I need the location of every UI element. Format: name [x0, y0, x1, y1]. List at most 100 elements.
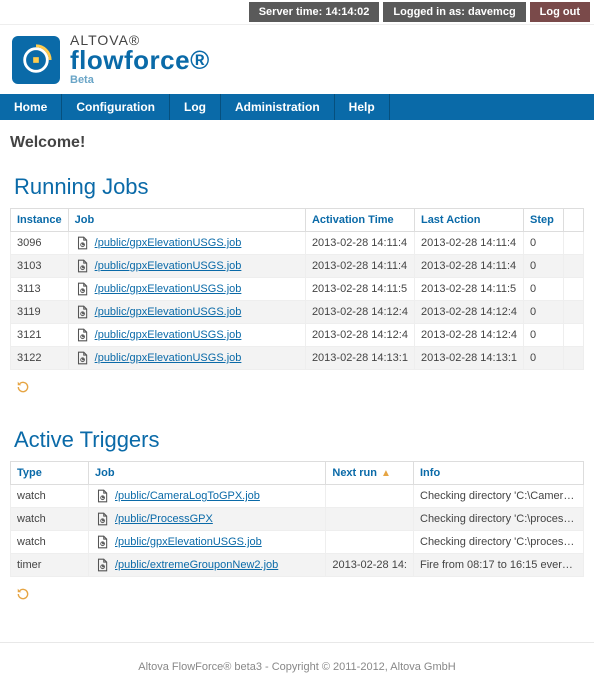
- table-row: watch/public/ProcessGPX Checking director…: [11, 508, 584, 531]
- nav-item-administration[interactable]: Administration: [221, 94, 335, 120]
- job-link[interactable]: /public/extremeGrouponNew2.job: [115, 559, 278, 571]
- nav-item-home[interactable]: Home: [0, 94, 62, 120]
- sort-asc-icon: ▲: [381, 468, 391, 479]
- job-link[interactable]: /public/gpxElevationUSGS.job: [95, 237, 242, 249]
- step-cell: 0: [524, 347, 564, 370]
- col-next-run[interactable]: Next run▲: [326, 462, 414, 485]
- type-cell: watch: [11, 485, 89, 508]
- step-cell: 0: [524, 324, 564, 347]
- instance-cell: 3113: [11, 278, 69, 301]
- step-cell: 0: [524, 255, 564, 278]
- instance-cell: 3103: [11, 255, 69, 278]
- job-cell: /public/gpxElevationUSGS.job: [68, 278, 305, 301]
- job-link[interactable]: /public/gpxElevationUSGS.job: [95, 260, 242, 272]
- job-file-icon: [75, 305, 89, 319]
- last-action-cell: 2013-02-28 14:11:4: [414, 255, 523, 278]
- job-cell: /public/gpxElevationUSGS.job: [68, 301, 305, 324]
- last-action-cell: 2013-02-28 14:13:1: [414, 347, 523, 370]
- info-cell: Checking directory 'C:\processGPX\: [414, 531, 584, 554]
- job-link[interactable]: /public/gpxElevationUSGS.job: [95, 352, 242, 364]
- col-blank: [564, 209, 584, 232]
- server-time-chip: Server time: 14:14:02: [249, 2, 380, 22]
- col-type[interactable]: Type: [11, 462, 89, 485]
- job-file-icon: [95, 489, 109, 503]
- info-cell: Checking directory 'C:\processGPX\: [414, 508, 584, 531]
- footer-text: Altova FlowForce® beta3 - Copyright © 20…: [0, 642, 594, 683]
- type-cell: watch: [11, 531, 89, 554]
- table-row: 3122/public/gpxElevationUSGS.job 2013-02-…: [11, 347, 584, 370]
- logo-icon: [12, 36, 60, 84]
- job-link[interactable]: /public/gpxElevationUSGS.job: [95, 329, 242, 341]
- job-link[interactable]: /public/ProcessGPX: [115, 513, 213, 525]
- top-bar: Server time: 14:14:02 Logged in as: dave…: [0, 0, 594, 25]
- table-row: 3103/public/gpxElevationUSGS.job 2013-02-…: [11, 255, 584, 278]
- job-cell: /public/gpxElevationUSGS.job: [68, 232, 305, 255]
- activation-cell: 2013-02-28 14:11:4: [305, 232, 414, 255]
- table-row: 3113/public/gpxElevationUSGS.job 2013-02-…: [11, 278, 584, 301]
- instance-cell: 3119: [11, 301, 69, 324]
- table-row: 3119/public/gpxElevationUSGS.job 2013-02-…: [11, 301, 584, 324]
- nav-item-configuration[interactable]: Configuration: [62, 94, 170, 120]
- nav-item-log[interactable]: Log: [170, 94, 221, 120]
- job-link[interactable]: /public/gpxElevationUSGS.job: [95, 283, 242, 295]
- job-file-icon: [95, 512, 109, 526]
- col-job[interactable]: Job: [68, 209, 305, 232]
- activation-cell: 2013-02-28 14:11:4: [305, 255, 414, 278]
- refresh-icon[interactable]: [16, 587, 30, 601]
- job-link[interactable]: /public/gpxElevationUSGS.job: [115, 536, 262, 548]
- activation-cell: 2013-02-28 14:12:4: [305, 301, 414, 324]
- activation-cell: 2013-02-28 14:13:1: [305, 347, 414, 370]
- next-run-cell: [326, 508, 414, 531]
- page-title: Welcome!: [10, 134, 584, 152]
- brand-line3: Beta: [70, 75, 210, 86]
- table-row: watch/public/gpxElevationUSGS.job Checkin…: [11, 531, 584, 554]
- table-row: 3121/public/gpxElevationUSGS.job 2013-02-…: [11, 324, 584, 347]
- job-cell: /public/gpxElevationUSGS.job: [68, 347, 305, 370]
- job-file-icon: [95, 535, 109, 549]
- running-jobs-table: Instance Job Activation Time Last Action…: [10, 208, 584, 370]
- logged-in-chip: Logged in as: davemcg: [383, 2, 525, 22]
- instance-cell: 3122: [11, 347, 69, 370]
- server-time-value: 14:14:02: [325, 6, 369, 18]
- col-info[interactable]: Info: [414, 462, 584, 485]
- job-file-icon: [75, 351, 89, 365]
- job-cell: /public/gpxElevationUSGS.job: [68, 255, 305, 278]
- active-triggers-title: Active Triggers: [10, 427, 584, 453]
- job-file-icon: [75, 236, 89, 250]
- activation-cell: 2013-02-28 14:12:4: [305, 324, 414, 347]
- job-file-icon: [75, 328, 89, 342]
- job-link[interactable]: /public/gpxElevationUSGS.job: [95, 306, 242, 318]
- instance-cell: 3121: [11, 324, 69, 347]
- logged-in-user: davemcg: [468, 6, 516, 18]
- brand-line2: flowforce®: [70, 47, 210, 73]
- next-run-cell: [326, 531, 414, 554]
- nav-item-help[interactable]: Help: [335, 94, 390, 120]
- last-action-cell: 2013-02-28 14:11:5: [414, 278, 523, 301]
- logout-button[interactable]: Log out: [530, 2, 590, 22]
- last-action-cell: 2013-02-28 14:12:4: [414, 324, 523, 347]
- type-cell: timer: [11, 554, 89, 577]
- job-cell: /public/gpxElevationUSGS.job: [68, 324, 305, 347]
- header: ALTOVA® flowforce® Beta: [0, 25, 594, 94]
- last-action-cell: 2013-02-28 14:11:4: [414, 232, 523, 255]
- server-time-label: Server time:: [259, 6, 323, 18]
- type-cell: watch: [11, 508, 89, 531]
- next-run-cell: 2013-02-28 14:: [326, 554, 414, 577]
- table-row: timer/public/extremeGrouponNew2.job 2013-…: [11, 554, 584, 577]
- logged-in-label: Logged in as:: [393, 6, 465, 18]
- col-job[interactable]: Job: [89, 462, 326, 485]
- running-jobs-title: Running Jobs: [10, 174, 584, 200]
- col-instance[interactable]: Instance: [11, 209, 69, 232]
- job-cell: /public/gpxElevationUSGS.job: [89, 531, 326, 554]
- refresh-icon[interactable]: [16, 380, 30, 394]
- job-cell: /public/extremeGrouponNew2.job: [89, 554, 326, 577]
- col-last-action[interactable]: Last Action: [414, 209, 523, 232]
- job-link[interactable]: /public/CameraLogToGPX.job: [115, 490, 260, 502]
- step-cell: 0: [524, 278, 564, 301]
- col-activation[interactable]: Activation Time: [305, 209, 414, 232]
- nav-bar: HomeConfigurationLogAdministrationHelp: [0, 94, 594, 120]
- info-cell: Fire from 08:17 to 16:15 every 42 mi: [414, 554, 584, 577]
- step-cell: 0: [524, 301, 564, 324]
- last-action-cell: 2013-02-28 14:12:4: [414, 301, 523, 324]
- col-step[interactable]: Step: [524, 209, 564, 232]
